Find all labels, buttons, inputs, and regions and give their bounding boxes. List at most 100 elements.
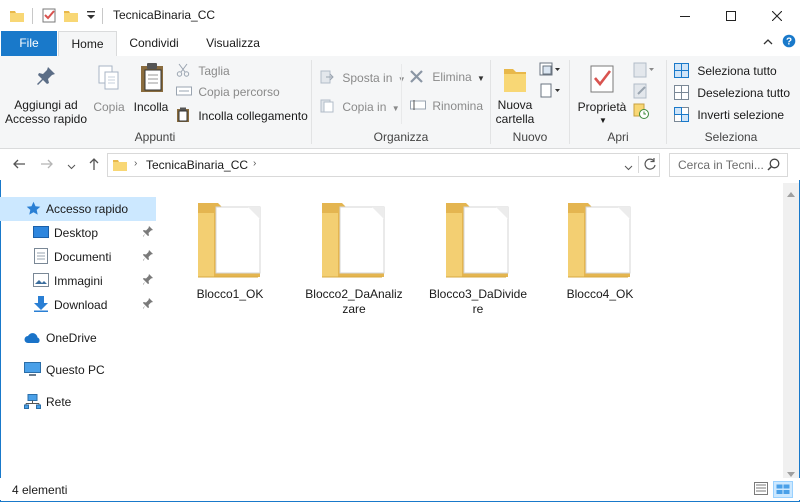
pin-icon[interactable] [142,298,153,310]
properties-quick-icon[interactable] [41,7,57,26]
select-all-icon [674,63,690,81]
paste-button[interactable]: Incolla [131,60,171,128]
group-label-seleziona: Seleziona [704,130,758,144]
navigation-bar: › TecnicaBinaria_CC › Cerca in Tecni... [0,149,800,180]
up-arrow-icon[interactable] [87,157,101,174]
search-input[interactable]: Cerca in Tecni... [678,158,764,172]
move-to-icon [320,70,336,87]
delete-label: Elimina [432,70,472,85]
folder-item-blocco4[interactable]: Blocco4_OK [550,197,650,327]
select-all-button[interactable]: Seleziona tutto [674,63,777,81]
folder-item-blocco2[interactable]: Blocco2_DaAnalizzare [304,197,404,327]
details-view-icon[interactable] [754,482,768,498]
nav-item-immagini[interactable]: Immagini [0,269,156,293]
copy-to-label: Copia in [342,99,387,114]
ribbon-tabs: File Home Condividi Visualizza ? [0,31,800,57]
pin-label-line1: Aggiungi ad [14,98,78,112]
large-icons-view-icon[interactable] [773,481,793,498]
breadcrumb-chevron-icon[interactable]: › [134,158,137,169]
tab-visualizza[interactable]: Visualizza [196,31,270,56]
cut-label: Taglia [198,63,230,78]
address-bar[interactable]: › TecnicaBinaria_CC › [107,153,660,177]
folder-name: Blocco1_OK [196,287,264,301]
tab-condividi[interactable]: Condividi [118,31,190,56]
properties-label: Proprietà [577,100,627,114]
invert-selection-button[interactable]: Inverti selezione [674,107,784,125]
nav-item-this-pc[interactable]: Questo PC [0,358,156,382]
open-icon[interactable] [633,62,655,81]
refresh-icon[interactable] [643,157,657,174]
nav-item-desktop[interactable]: Desktop [0,221,156,245]
folder-app-icon [9,8,25,27]
tab-file[interactable]: File [1,31,57,56]
move-to-button[interactable]: Sposta in ▼ [320,70,406,87]
properties-icon [589,64,615,97]
pin-icon[interactable] [142,250,153,262]
address-dropdown-icon[interactable] [624,161,633,175]
new-item-icon[interactable] [539,62,561,81]
copy-path-label: Copia percorso [198,85,280,99]
select-none-icon [674,85,690,103]
copy-to-dropdown-icon: ▼ [391,103,400,113]
pin-quick-access-button[interactable]: Aggiungi ad Accesso rapido [2,60,87,128]
rename-button[interactable]: Rinomina [410,99,483,114]
pin-icon[interactable] [142,226,153,238]
nav-item-onedrive[interactable]: OneDrive [0,326,156,350]
new-folder-quick-icon[interactable] [63,8,79,27]
folder-item-blocco3[interactable]: Blocco3_DaDividere [428,197,528,327]
select-none-button[interactable]: Deseleziona tutto [674,85,790,103]
folder-name: Blocco3_DaDividere [428,287,528,316]
maximize-button[interactable] [708,0,754,31]
computer-icon [24,362,41,380]
desktop-icon [33,226,49,242]
search-box[interactable]: Cerca in Tecni... [669,153,788,177]
history-icon[interactable] [633,103,649,122]
search-icon[interactable] [767,158,780,174]
breadcrumb-next-chevron-icon[interactable]: › [253,158,256,169]
close-icon [772,10,782,21]
folder-icon [196,197,262,282]
copy-button[interactable]: Copia [90,60,128,128]
delete-icon [410,70,426,86]
edit-icon[interactable] [633,83,649,102]
new-folder-label-line1: Nuova [497,98,533,112]
delete-button[interactable]: Elimina ▼ [410,70,485,86]
cut-button[interactable]: Taglia [176,63,230,80]
folder-item-blocco1[interactable]: Blocco1_OK [180,197,280,327]
recent-locations-icon[interactable] [67,160,76,174]
help-icon[interactable]: ? [782,34,796,51]
back-arrow-icon[interactable] [12,157,26,174]
customize-toolbar-icon[interactable] [86,9,96,24]
star-icon [26,201,41,219]
nav-item-quick-access[interactable]: Accesso rapido [0,197,156,221]
nav-item-network[interactable]: Rete [0,390,156,414]
pictures-icon [33,273,49,290]
download-icon [34,296,48,315]
paste-shortcut-icon [176,107,192,126]
copy-to-button[interactable]: Copia in ▼ [320,99,400,116]
breadcrumb-current[interactable]: TecnicaBinaria_CC [146,158,248,172]
group-label-apri: Apri [607,130,629,144]
collapse-ribbon-icon[interactable] [763,36,773,50]
paste-shortcut-button[interactable]: Incolla collegamento [176,107,308,126]
properties-button[interactable]: Proprietà ▼ [575,60,629,128]
easy-access-icon[interactable] [539,83,561,102]
forward-arrow-icon[interactable] [40,157,54,174]
nav-item-documenti[interactable]: Documenti [0,245,156,269]
nav-item-download[interactable]: Download [0,293,156,317]
close-button[interactable] [754,0,800,31]
new-folder-button[interactable]: Nuova cartella [494,60,536,128]
copy-label: Copia [93,100,125,114]
minimize-button[interactable] [662,0,708,31]
copy-path-button[interactable]: Copia percorso [176,85,280,100]
scroll-up-icon[interactable] [787,186,795,200]
vertical-scrollbar[interactable] [783,183,799,478]
nav-label-download: Download [54,298,108,312]
nav-label-desktop: Desktop [54,226,99,240]
properties-dropdown-icon: ▼ [599,116,607,125]
group-label-organizza: Organizza [373,130,429,144]
tab-home[interactable]: Home [58,31,117,57]
paste-label: Incolla [133,100,169,114]
pin-icon[interactable] [142,274,153,286]
nav-label-onedrive: OneDrive [46,331,97,345]
